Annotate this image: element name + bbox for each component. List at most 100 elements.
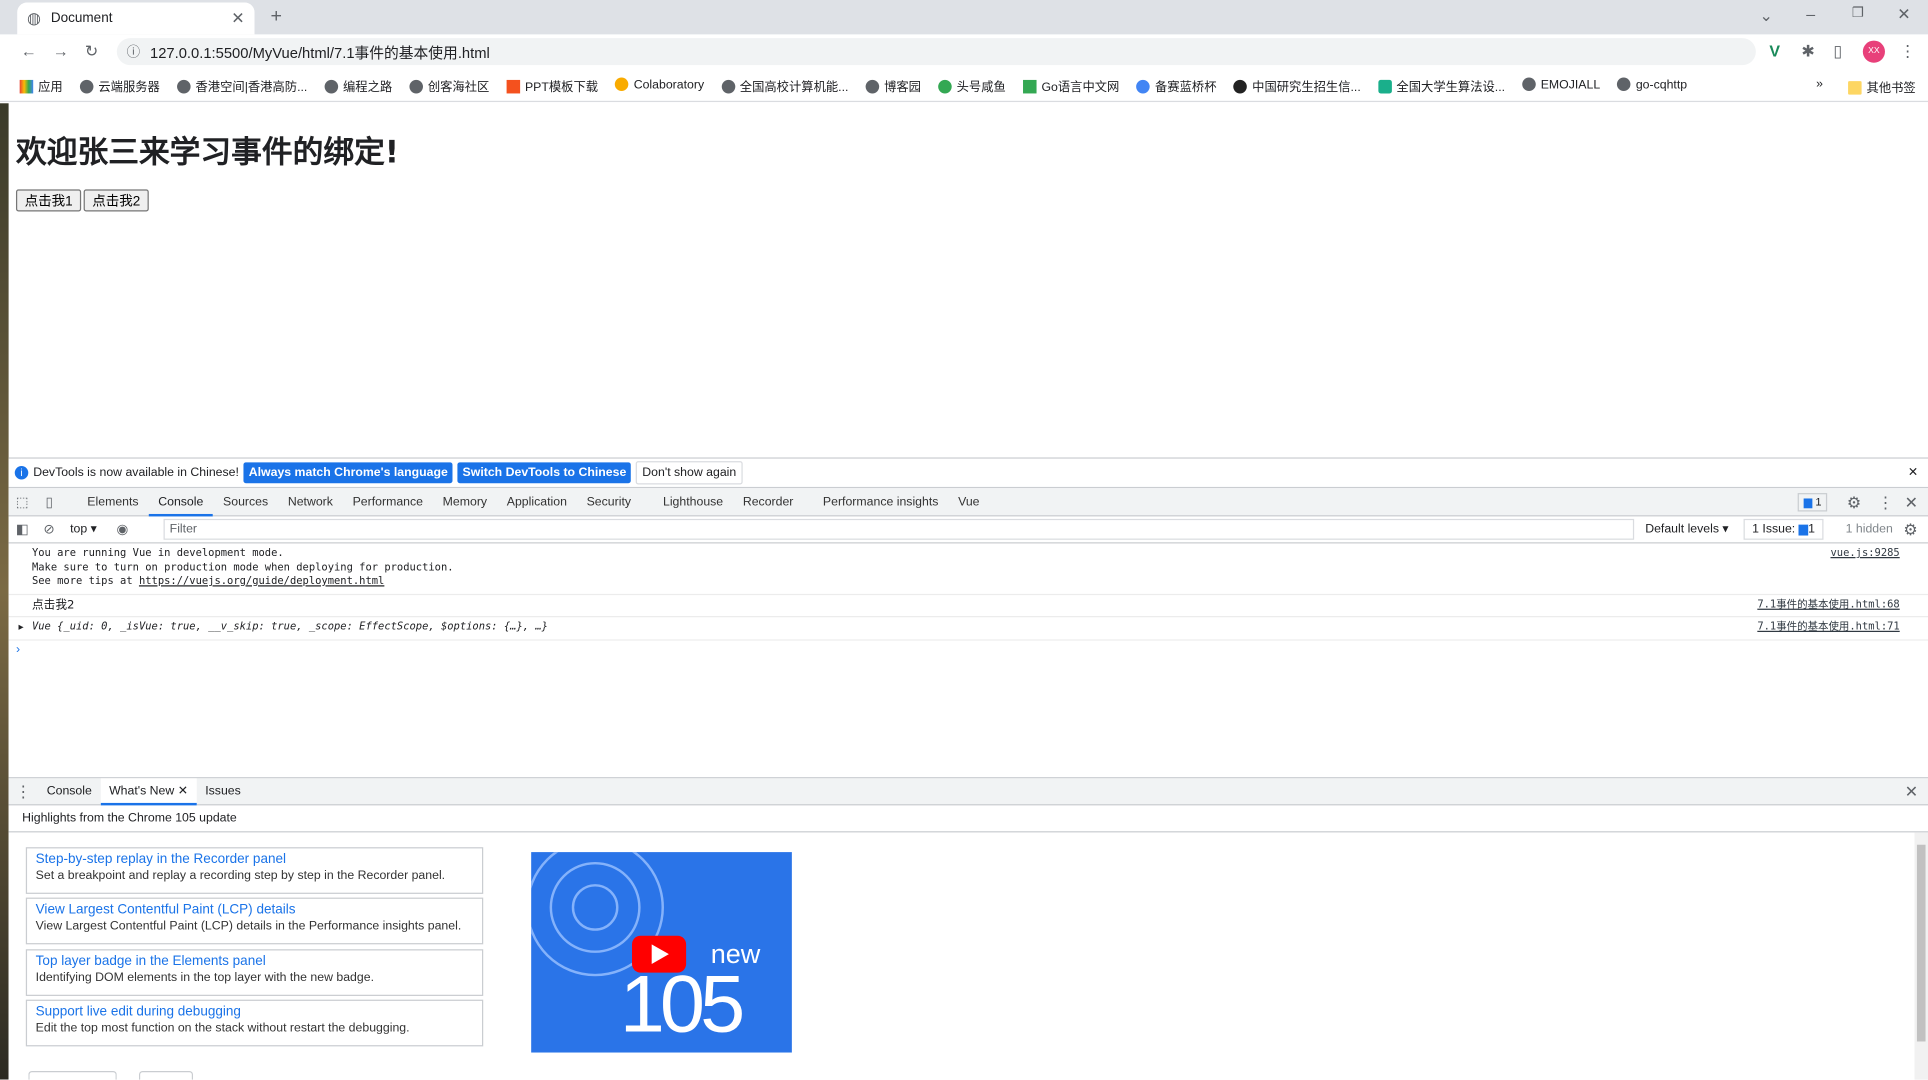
forward-icon[interactable]: → (53, 42, 69, 60)
switch-chinese-button[interactable]: Switch DevTools to Chinese (457, 462, 632, 484)
profile-avatar[interactable]: XX (1862, 40, 1885, 63)
page-content: 欢迎张三来学习事件的绑定! 点击我1 点击我2 (9, 103, 1928, 457)
tab-vue[interactable]: Vue (948, 488, 989, 516)
console-message: You are running Vue in development mode.… (8, 543, 1928, 595)
tab-security[interactable]: Security (577, 488, 641, 516)
bookmark[interactable]: 香港空间|香港高防... (177, 76, 307, 94)
tab-performance-insights[interactable]: Performance insights (813, 488, 948, 516)
console-settings-icon[interactable]: ⚙ (1903, 520, 1917, 540)
source-link[interactable]: 7.1事件的基本使用.html:68 (1757, 598, 1899, 612)
console-object[interactable]: ▶ Vue {_uid: 0, _isVue: true, __v_skip: … (8, 617, 1928, 641)
drawer-tab-issues[interactable]: Issues (197, 778, 250, 805)
back-icon[interactable]: ← (21, 42, 37, 60)
extensions-icon[interactable]: ✱ (1801, 42, 1814, 62)
bookmark[interactable]: Colaboratory (615, 77, 704, 92)
clear-console-icon[interactable]: ⊘ (36, 521, 63, 538)
sidebar-toggle-icon[interactable]: ◧ (9, 521, 36, 538)
bookmark[interactable]: 全国大学生算法设... (1377, 76, 1505, 94)
expand-arrow-icon[interactable]: ▶ (18, 621, 23, 635)
language-infobar: i DevTools is now available in Chinese! … (8, 459, 1928, 489)
tab-title: Document (50, 11, 113, 26)
close-button[interactable] (138, 1070, 194, 1080)
tab-memory[interactable]: Memory (433, 488, 497, 516)
more-options-icon[interactable]: ⋮ (1878, 493, 1894, 513)
drawer-tab-whats-new[interactable]: What's New ✕ (100, 777, 197, 805)
click-me-1-button[interactable]: 点击我1 (15, 189, 82, 212)
bookmark[interactable]: PPT模板下载 (506, 76, 598, 94)
console-prompt[interactable]: › (9, 640, 1928, 658)
highlight-card[interactable]: Support live edit during debugging Edit t… (25, 999, 484, 1047)
bookmark[interactable]: 中国研究生招生信... (1233, 76, 1361, 94)
bookmark[interactable]: 云端服务器 (79, 76, 160, 94)
infobar-text: DevTools is now available in Chinese! (33, 466, 239, 480)
click-me-2-button[interactable]: 点击我2 (83, 189, 149, 212)
bookmarks-bar: 应用 云端服务器 香港空间|香港高防... 编程之路 创客海社区 PPT模板下载… (0, 69, 1928, 103)
sidepanel-icon[interactable]: ▯ (1833, 42, 1842, 62)
bookmark[interactable]: 全国高校计算机能... (721, 76, 848, 94)
bookmark[interactable]: 应用 (19, 76, 63, 94)
filter-input[interactable]: Filter (163, 518, 1635, 540)
menu-icon[interactable]: ⋮ (1900, 42, 1916, 62)
bookmark[interactable]: 备赛蓝桥杯 (1136, 76, 1216, 94)
context-selector[interactable]: top ▾ (70, 523, 97, 537)
tab-network[interactable]: Network (278, 488, 343, 516)
issues-button[interactable]: 1 Issue: ▆1 (1743, 518, 1824, 540)
tab-elements[interactable]: Elements (77, 488, 148, 516)
settings-icon[interactable]: ⚙ (1847, 493, 1861, 513)
inspect-icon[interactable]: ⬚ (9, 494, 36, 510)
highlight-card[interactable]: Top layer badge in the Elements panel Ide… (25, 949, 484, 996)
vue-devtools-icon[interactable]: V (1769, 42, 1780, 60)
whats-new-video-thumbnail[interactable]: new 105 (531, 852, 792, 1053)
tab-strip: ◍ Document ✕ + ⌄ – ❐ ✕ (0, 0, 1928, 35)
drawer-menu-icon[interactable]: ⋮ (9, 781, 39, 801)
close-window-icon[interactable]: ✕ (1897, 5, 1910, 25)
console-message: 点击我2 7.1事件的基本使用.html:68 (8, 595, 1928, 618)
learn-more-button[interactable] (28, 1070, 117, 1080)
address-bar[interactable]: ⓘ 127.0.0.1:5500/MyVue/html/7.1事件的基本使用.h… (116, 38, 1756, 66)
match-language-button[interactable]: Always match Chrome's language (243, 462, 453, 484)
minimize-icon[interactable]: – (1806, 5, 1815, 23)
bookmark[interactable]: 头号咸鱼 (938, 76, 1006, 94)
whats-new-header: Highlights from the Chrome 105 update (8, 805, 1928, 833)
more-bookmarks-icon[interactable]: » (1816, 77, 1823, 91)
device-toolbar-icon[interactable]: ▯ (36, 494, 63, 510)
issues-badge[interactable]: ▆ 1 (1797, 493, 1828, 512)
video-version: 105 (619, 957, 746, 1049)
new-tab-icon[interactable]: + (271, 6, 282, 28)
tab-recorder[interactable]: Recorder (733, 488, 803, 516)
drawer-tabs: ⋮ Console What's New ✕ Issues ✕ (8, 777, 1928, 806)
bookmark[interactable]: EMOJIALL (1522, 77, 1600, 92)
scrollbar[interactable] (1914, 832, 1928, 1080)
drawer-tab-console[interactable]: Console (38, 778, 100, 805)
close-infobar-icon[interactable]: ✕ (1908, 466, 1918, 480)
close-devtools-icon[interactable]: ✕ (1905, 493, 1918, 513)
deployment-link[interactable]: https://vuejs.org/guide/deployment.html (139, 575, 384, 587)
restore-icon[interactable]: ❐ (1852, 5, 1864, 21)
tab-sources[interactable]: Sources (213, 488, 278, 516)
eye-icon[interactable]: ◉ (116, 521, 128, 538)
tab-search-icon[interactable]: ⌄ (1760, 6, 1773, 26)
tab-lighthouse[interactable]: Lighthouse (653, 488, 733, 516)
tab-performance[interactable]: Performance (343, 488, 433, 516)
page-heading: 欢迎张三来学习事件的绑定! (15, 134, 399, 170)
source-link[interactable]: vue.js:9285 (1830, 547, 1899, 561)
source-link[interactable]: 7.1事件的基本使用.html:71 (1757, 621, 1899, 635)
log-levels-dropdown[interactable]: Default levels ▾ (1645, 523, 1728, 537)
bookmark[interactable]: 编程之路 (324, 76, 392, 94)
bookmark[interactable]: go-cqhttp (1617, 77, 1687, 92)
dont-show-again-button[interactable]: Don't show again (636, 461, 743, 485)
close-tab-icon[interactable]: ✕ (231, 9, 244, 29)
desktop-background (0, 103, 9, 1080)
reload-icon[interactable]: ↻ (85, 42, 98, 62)
other-bookmarks[interactable]: 其他书签 (1848, 77, 1916, 96)
close-drawer-icon[interactable]: ✕ (1905, 781, 1918, 801)
tab-console[interactable]: Console (148, 488, 214, 516)
tab-application[interactable]: Application (497, 488, 577, 516)
bookmark[interactable]: 博客园 (865, 76, 921, 94)
bookmark[interactable]: 创客海社区 (409, 76, 489, 94)
highlight-card[interactable]: Step-by-step replay in the Recorder pane… (25, 847, 484, 894)
bookmark[interactable]: Go语言中文网 (1023, 76, 1119, 94)
console-toolbar: ◧ ⊘ top ▾ ◉ Filter Default levels ▾ 1 Is… (8, 516, 1928, 544)
browser-tab[interactable]: ◍ Document ✕ (17, 2, 255, 35)
highlight-card[interactable]: View Largest Contentful Paint (LCP) deta… (25, 897, 484, 945)
